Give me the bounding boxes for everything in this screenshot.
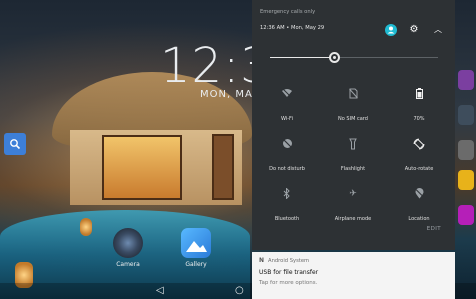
brightness-slider-fill [270, 57, 334, 58]
edge-app-icon[interactable] [458, 140, 474, 160]
dnd-glyph [282, 139, 292, 148]
emergency-calls-text: Emergency calls only [260, 9, 316, 15]
location-glyph [414, 188, 424, 199]
tile-label: Location [408, 216, 430, 222]
wallpaper-hut-door [212, 134, 234, 200]
user-icon[interactable] [385, 24, 397, 36]
back-button[interactable]: ◁ [156, 285, 164, 297]
tile-auto-rotate[interactable]: Auto-rotate [386, 138, 452, 174]
gallery-app-label: Gallery [185, 261, 207, 268]
tile-label: Do not disturb [269, 166, 305, 172]
home-button[interactable]: ○ [235, 285, 244, 297]
tile-label: Airplane mode [334, 216, 372, 222]
wallpaper-lamp [80, 218, 92, 236]
right-edge-apps [456, 60, 476, 235]
gallery-icon [181, 228, 211, 258]
camera-icon [113, 228, 143, 258]
tile-label: Flashlight [340, 166, 366, 172]
search-icon[interactable] [4, 133, 26, 155]
tile-label: 70% [413, 116, 425, 122]
airplane-icon: ✈ [349, 189, 357, 199]
wallpaper-hut-window [102, 135, 182, 200]
sim-glyph [348, 88, 358, 99]
dnd-off-icon [254, 138, 320, 150]
search-glyph [10, 139, 21, 150]
notification-app-row: N Android System [259, 257, 309, 264]
battery-icon [386, 88, 452, 100]
notification-app-name: Android System [268, 258, 310, 264]
edge-app-icon[interactable] [458, 105, 474, 125]
sim-off-icon [320, 88, 386, 100]
battery-glyph [415, 88, 423, 99]
tile-label: Bluetooth [274, 216, 300, 222]
tile-battery[interactable]: 70% [386, 88, 452, 124]
tile-do-not-disturb[interactable]: Do not disturb [254, 138, 320, 174]
edge-app-icon[interactable] [458, 205, 474, 225]
brightness-slider-thumb[interactable] [329, 52, 340, 63]
notification-subtitle: Tap for more options. [259, 280, 318, 286]
location-off-icon [386, 188, 452, 200]
camera-app-label: Camera [116, 261, 140, 268]
android-system-icon: N [259, 257, 265, 264]
status-datetime: 12:36 AM • Mon, May 29 [260, 25, 325, 31]
gear-icon[interactable]: ⚙ [408, 24, 420, 36]
tile-sim[interactable]: No SIM card [320, 88, 386, 124]
tile-label: Wi-Fi [281, 116, 293, 122]
usb-notification[interactable]: N Android System USB for file transfer Ta… [252, 252, 455, 299]
tile-label: Auto-rotate [404, 166, 434, 172]
tile-flashlight[interactable]: Flashlight [320, 138, 386, 174]
gallery-app[interactable]: Gallery [178, 228, 214, 268]
chevron-up-icon[interactable]: ︿ [432, 24, 444, 36]
notification-title: USB for file transfer [259, 269, 319, 276]
tile-airplane-mode[interactable]: ✈ Airplane mode [320, 188, 386, 224]
edge-app-icon[interactable] [458, 170, 474, 190]
auto-rotate-icon [386, 138, 452, 150]
tile-wifi[interactable]: Wi-Fi [254, 88, 320, 124]
home-date: MON, MAY [200, 89, 260, 100]
user-glyph [387, 26, 395, 34]
gallery-mountain-glyph [186, 241, 207, 252]
quick-settings-panel: Emergency calls only 12:36 AM • Mon, May… [252, 0, 455, 250]
flashlight-glyph [349, 138, 357, 150]
bluetooth-off-icon [254, 187, 320, 200]
tile-bluetooth[interactable]: Bluetooth [254, 187, 320, 224]
tile-location[interactable]: Location [386, 188, 452, 224]
wifi-glyph [282, 88, 292, 98]
auto-rotate-glyph [413, 138, 425, 150]
tile-label: No SIM card [338, 116, 368, 122]
bluetooth-glyph [283, 187, 290, 200]
edit-button[interactable]: EDIT [427, 226, 441, 232]
edge-app-icon[interactable] [458, 70, 474, 90]
camera-app[interactable]: Camera [110, 228, 146, 268]
flashlight-icon [320, 138, 386, 150]
wifi-off-icon [254, 88, 320, 100]
